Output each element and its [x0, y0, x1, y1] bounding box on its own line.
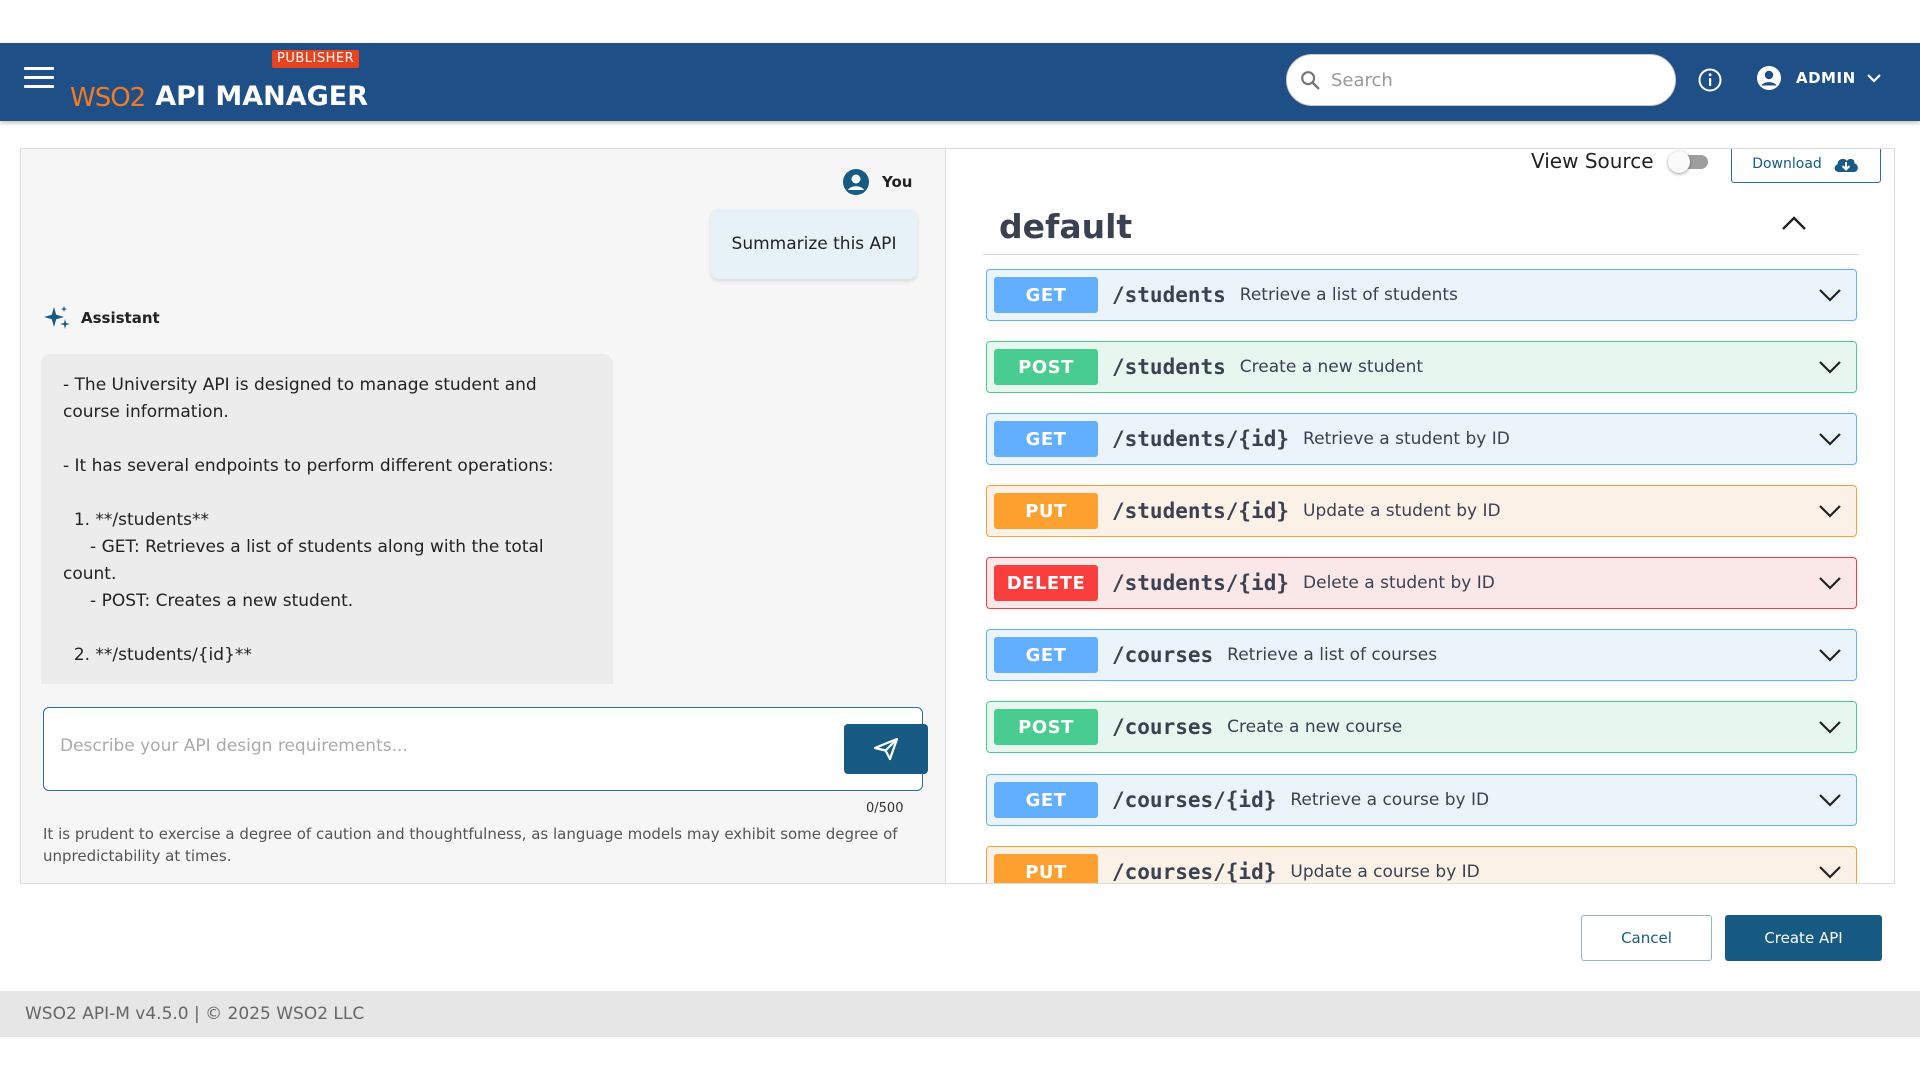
user-sender-label: You: [842, 168, 912, 196]
http-method-badge: POST: [994, 349, 1098, 385]
chevron-down-icon[interactable]: [1818, 716, 1842, 738]
prompt-input[interactable]: [60, 736, 820, 756]
operation-summary: Create a new course: [1227, 717, 1403, 737]
view-source-control: View Source: [1531, 149, 1708, 173]
assistant-sender-label: Assistant: [43, 304, 160, 332]
operation-row[interactable]: POST/courses Create a new course: [986, 701, 1857, 753]
chevron-down-icon: [1866, 74, 1881, 83]
operation-path: /courses/{id}: [1112, 860, 1277, 883]
operation-row[interactable]: GET/courses/{id} Retrieve a course by ID: [986, 774, 1857, 826]
operation-summary: Create a new student: [1239, 357, 1424, 377]
operation-summary: Delete a student by ID: [1303, 573, 1495, 593]
http-method-badge: GET: [994, 637, 1098, 673]
app-logo[interactable]: WSO2 API MANAGER: [70, 63, 369, 113]
operation-row[interactable]: PUT/courses/{id} Update a course by ID: [986, 846, 1857, 883]
download-button[interactable]: Download: [1731, 149, 1881, 183]
operation-summary: Retrieve a student by ID: [1303, 429, 1510, 449]
account-icon: [1757, 66, 1781, 90]
operation-path: /courses: [1112, 643, 1214, 667]
page-footer: WSO2 API-M v4.5.0 | © 2025 WSO2 LLC: [0, 991, 1920, 1037]
operation-path: /students: [1112, 283, 1226, 307]
operation-path: /students/{id}: [1112, 499, 1290, 523]
operation-row[interactable]: DELETE/students/{id} Delete a student by …: [986, 557, 1857, 609]
publisher-badge: PUBLISHER: [272, 50, 360, 68]
top-blank-band: [0, 0, 1920, 43]
user-menu[interactable]: ADMIN: [1756, 63, 1882, 93]
account-icon: [843, 169, 869, 195]
search-bar[interactable]: [1286, 54, 1676, 106]
bottom-blank-band: [0, 1037, 1920, 1080]
operation-summary: Update a course by ID: [1290, 862, 1480, 882]
chevron-down-icon[interactable]: [1818, 644, 1842, 666]
send-icon: [873, 737, 899, 761]
operation-row[interactable]: GET/students/{id} Retrieve a student by I…: [986, 413, 1857, 465]
chevron-down-icon[interactable]: [1818, 500, 1842, 522]
http-method-badge: DELETE: [994, 565, 1098, 601]
operation-path: /students/{id}: [1112, 571, 1290, 595]
info-icon[interactable]: [1697, 67, 1723, 93]
operation-path: /courses: [1112, 715, 1214, 739]
search-input[interactable]: [1331, 69, 1631, 91]
main-container: You Summarize this API Assistant - The U…: [20, 148, 1895, 884]
api-preview-panel: View Source Download default GET/student…: [947, 149, 1894, 883]
download-label: Download: [1752, 156, 1822, 172]
chevron-down-icon[interactable]: [1818, 572, 1842, 594]
assistant-message-bubble: - The University API is designed to mana…: [41, 354, 613, 684]
app-header: WSO2 API MANAGER PUBLISHER ADMIN: [0, 43, 1920, 121]
http-method-badge: POST: [994, 709, 1098, 745]
view-source-label: View Source: [1531, 149, 1654, 173]
cloud-download-icon: [1834, 158, 1858, 172]
footer-text: WSO2 API-M v4.5.0 | © 2025 WSO2 LLC: [25, 1004, 365, 1024]
chevron-down-icon[interactable]: [1818, 356, 1842, 378]
create-api-button[interactable]: Create API: [1725, 915, 1882, 961]
operation-row[interactable]: PUT/students/{id} Update a student by ID: [986, 485, 1857, 537]
user-message-bubble: Summarize this API: [711, 209, 917, 279]
user-label-text: You: [882, 173, 913, 191]
prompt-input-box[interactable]: [43, 707, 928, 791]
ai-disclaimer: It is prudent to exercise a degree of ca…: [43, 825, 898, 865]
send-button[interactable]: [844, 724, 928, 774]
http-method-badge: PUT: [994, 493, 1098, 529]
sparkle-icon: [44, 306, 70, 329]
operation-path: /students/{id}: [1112, 427, 1290, 451]
http-method-badge: GET: [994, 782, 1098, 818]
user-name: ADMIN: [1796, 69, 1856, 87]
wso2-logo-text: WSO2: [70, 83, 146, 113]
operation-summary: Retrieve a course by ID: [1290, 790, 1490, 810]
chevron-down-icon[interactable]: [1818, 789, 1842, 811]
tag-section-header[interactable]: default: [983, 193, 1859, 255]
operation-path: /students: [1112, 355, 1226, 379]
operation-path: /courses/{id}: [1112, 788, 1277, 812]
http-method-badge: PUT: [994, 854, 1098, 883]
operation-summary: Retrieve a list of courses: [1227, 645, 1438, 665]
chat-panel: You Summarize this API Assistant - The U…: [21, 149, 946, 883]
operation-row[interactable]: POST/students Create a new student: [986, 341, 1857, 393]
operation-summary: Update a student by ID: [1303, 501, 1501, 521]
view-source-toggle[interactable]: [1667, 151, 1708, 173]
chevron-down-icon[interactable]: [1818, 428, 1842, 450]
assistant-label-text: Assistant: [81, 309, 160, 327]
operation-row[interactable]: GET/courses Retrieve a list of courses: [986, 629, 1857, 681]
chevron-down-icon[interactable]: [1818, 861, 1842, 883]
operation-row[interactable]: GET/students Retrieve a list of students: [986, 269, 1857, 321]
chevron-down-icon[interactable]: [1818, 284, 1842, 306]
tag-section-title: default: [999, 207, 1133, 246]
http-method-badge: GET: [994, 277, 1098, 313]
character-counter: 0/500: [866, 801, 904, 816]
menu-icon[interactable]: [24, 67, 54, 93]
http-method-badge: GET: [994, 421, 1098, 457]
app-title: API MANAGER: [155, 81, 369, 112]
search-icon: [1301, 71, 1320, 90]
cancel-button[interactable]: Cancel: [1581, 915, 1712, 961]
operation-summary: Retrieve a list of students: [1239, 285, 1458, 305]
chevron-up-icon[interactable]: [1781, 215, 1807, 231]
